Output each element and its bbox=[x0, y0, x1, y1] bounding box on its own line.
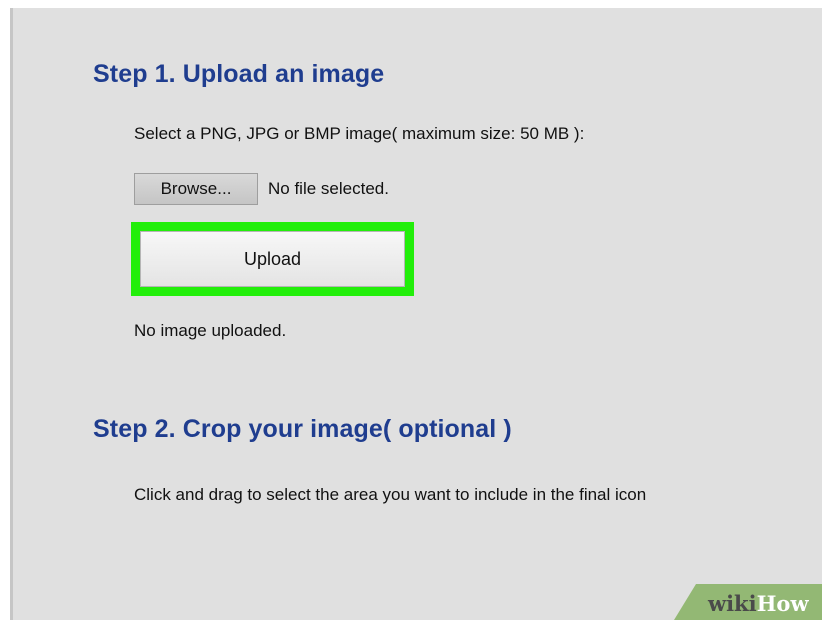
step2-instruction: Click and drag to select the area you wa… bbox=[134, 485, 647, 504]
file-input[interactable]: Browse... No file selected. bbox=[134, 173, 389, 205]
watermark-how: How bbox=[756, 591, 809, 616]
upload-button-highlight: Upload bbox=[131, 222, 414, 296]
upload-button[interactable]: Upload bbox=[140, 231, 405, 287]
page-panel: Step 1. Upload an image Select a PNG, JP… bbox=[10, 8, 822, 620]
step1-heading: Step 1. Upload an image bbox=[93, 60, 385, 88]
browse-button[interactable]: Browse... bbox=[134, 173, 258, 205]
step1-instruction: Select a PNG, JPG or BMP image( maximum … bbox=[134, 124, 585, 143]
wikihow-watermark: wikiHow bbox=[674, 584, 822, 620]
watermark-text: wikiHow bbox=[708, 591, 809, 616]
upload-status-text: No image uploaded. bbox=[134, 321, 287, 340]
file-status-text: No file selected. bbox=[268, 179, 389, 198]
watermark-wiki: wiki bbox=[708, 591, 757, 616]
step2-heading: Step 2. Crop your image( optional ) bbox=[93, 415, 512, 443]
